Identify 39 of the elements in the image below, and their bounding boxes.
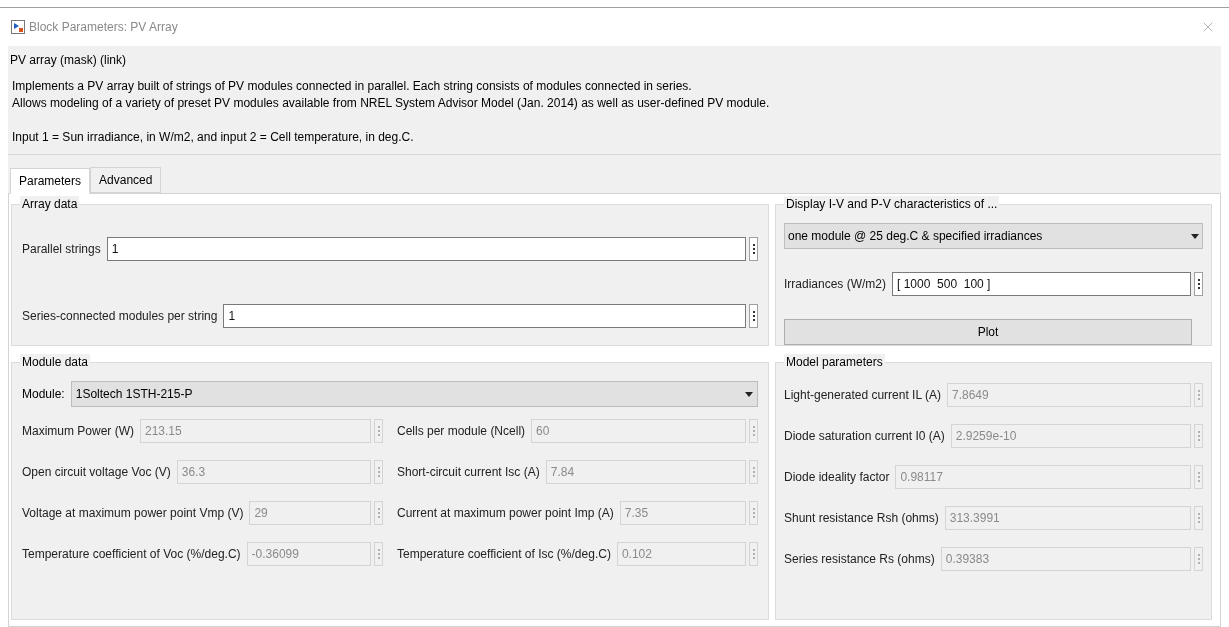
window-title: Block Parameters: PV Array [29,19,179,36]
field-label: Short-circuit current Isc (A) [397,464,540,481]
group-title: Model parameters [784,354,885,370]
field-label: Current at maximum power point Imp (A) [397,505,614,522]
group-title: Display I-V and P-V characteristics of ... [784,196,1000,212]
group-title: Array data [20,196,80,212]
field-label: Irradiances (W/m2) [784,276,887,293]
plot-button[interactable]: Plot [784,319,1192,345]
field-label: Diode saturation current I0 (A) [784,428,945,445]
field-label: Shunt resistance Rsh (ohms) [784,510,939,527]
field-label: Cells per module (Ncell) [397,423,526,440]
description-title: PV array (mask) (link) [9,52,127,68]
field-label: Series resistance Rs (ohms) [784,551,935,568]
field-label: Diode ideality factor [784,469,890,486]
module-dropdown[interactable]: 1Soltech 1STH-215-P [70,381,758,407]
more-options-button[interactable] [1194,272,1203,296]
field-label: Parallel strings [22,240,101,258]
field-label: Voltage at maximum power point Vmp (V) [22,505,244,522]
input-field[interactable]: 1 [223,303,746,328]
tab[interactable]: Advanced [90,167,162,193]
field-label: Light-generated current IL (A) [784,387,941,404]
dropdown-caret-icon [745,391,753,397]
input-field[interactable]: [ 1000 500 100 ] [892,272,1191,296]
description-text: Input 1 = Sun irradiance, in W/m2, and input 2 = Cell temperature, in deg.C. [12,129,415,146]
field-label: Temperature coefficient of Voc (%/deg.C) [22,546,241,563]
tab[interactable]: Parameters [10,168,91,194]
description-text: Allows modeling of a variety of preset PV modules available from NREL System Advisor Model (Jan. 2014) as well as user-defined PV module. [12,95,771,112]
field-label: Open circuit voltage Voc (V) [22,464,171,481]
field-label: Series-connected modules per string [22,307,218,325]
dropdown-caret-icon [1191,233,1199,239]
app-icon [11,20,25,34]
display-dropdown[interactable]: one module @ 25 deg.C & specified irradiances [784,223,1203,249]
field-label: Maximum Power (W) [22,423,134,440]
more-options-button[interactable] [749,236,758,261]
more-options-button[interactable] [749,303,758,328]
field-label: Module: [22,386,65,403]
field-label: Temperature coefficient of Isc (%/deg.C) [397,546,611,563]
input-field[interactable]: 1 [106,236,746,261]
description-text: Implements a PV array built of strings of PV modules connected in parallel. Each string consists of modules connected in series. [12,78,693,95]
